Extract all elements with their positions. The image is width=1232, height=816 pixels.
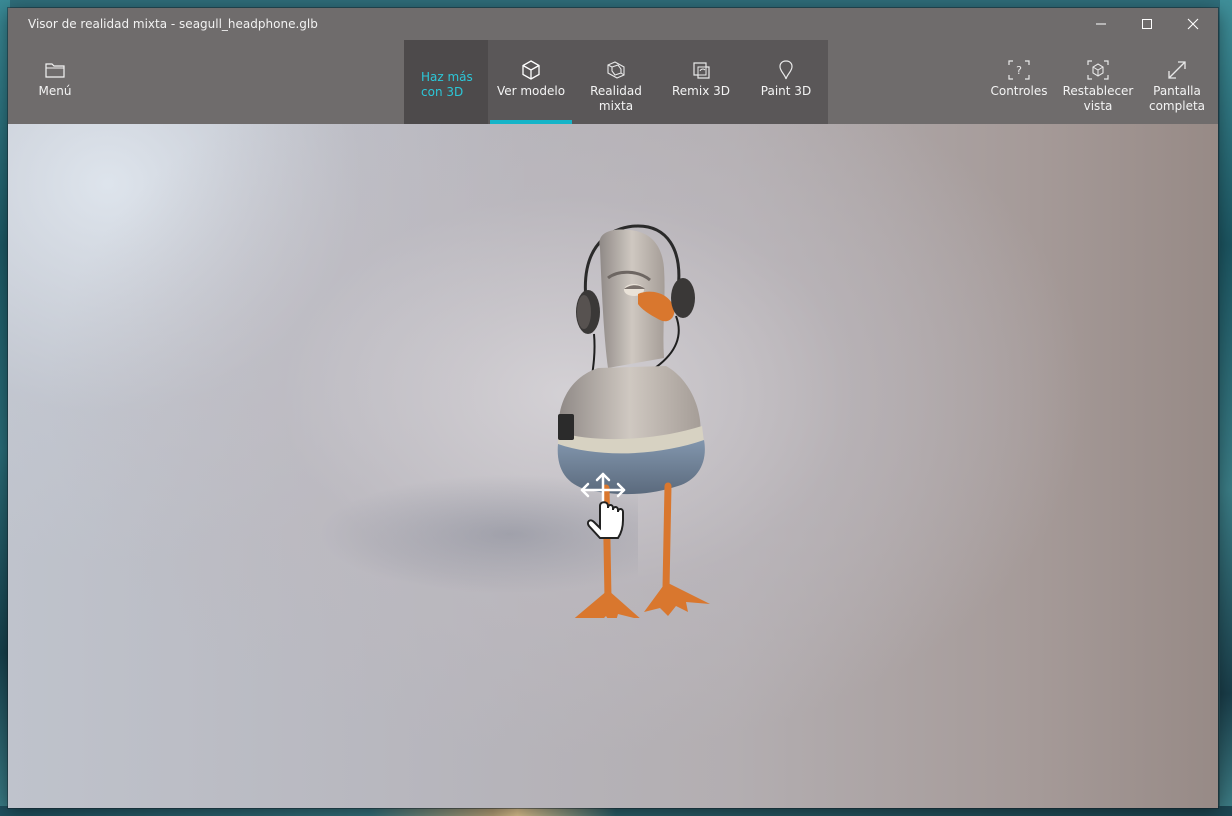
reset-view-icon (1087, 60, 1109, 80)
controls-help-icon: ? (1008, 60, 1030, 80)
pantalla-completa-label: Pantalla completa (1148, 84, 1206, 113)
close-icon (1187, 18, 1199, 30)
tab-paint-3d-label: Paint 3D (760, 84, 812, 98)
controles-button[interactable]: ? Controles (986, 40, 1052, 124)
tab-ver-modelo-label: Ver modelo (496, 84, 566, 98)
controles-label: Controles (990, 84, 1048, 98)
menu-button[interactable]: Menú (25, 40, 85, 124)
restablecer-vista-button[interactable]: Restablecer vista (1062, 40, 1134, 124)
pan-gesture-icon (580, 472, 626, 539)
svg-text:?: ? (1016, 64, 1022, 77)
close-button[interactable] (1170, 8, 1216, 40)
haz-mas-label: Haz más con 3D (421, 70, 473, 99)
maximize-button[interactable] (1124, 8, 1170, 40)
minimize-icon (1096, 23, 1106, 25)
3d-viewport[interactable] (8, 124, 1218, 808)
menu-label: Menú (38, 84, 72, 98)
paint-3d-icon (779, 60, 793, 80)
tab-ver-modelo[interactable]: Ver modelo (490, 40, 572, 124)
tab-remix-3d[interactable]: Remix 3D (658, 40, 744, 124)
mixed-reality-icon (607, 61, 625, 79)
seagull-3d-model[interactable] (538, 218, 738, 618)
minimize-button[interactable] (1078, 8, 1124, 40)
toolbar: Menú Haz más con 3D Ver modelo Realidad … (8, 40, 1218, 124)
desktop-background-right (1220, 0, 1232, 816)
tab-realidad-mixta-label: Realidad mixta (590, 84, 642, 113)
tab-realidad-mixta[interactable]: Realidad mixta (574, 40, 658, 124)
remix-icon (693, 62, 710, 79)
cube-icon (522, 60, 540, 80)
app-window: Visor de realidad mixta - seagull_headph… (8, 8, 1218, 808)
haz-mas-con-3d-button[interactable]: Haz más con 3D (404, 40, 488, 124)
tab-paint-3d[interactable]: Paint 3D (744, 40, 828, 124)
window-title: Visor de realidad mixta - seagull_headph… (28, 17, 318, 31)
pantalla-completa-button[interactable]: Pantalla completa (1144, 40, 1210, 124)
fullscreen-icon (1168, 61, 1186, 79)
tab-remix-3d-label: Remix 3D (672, 84, 730, 98)
title-bar[interactable]: Visor de realidad mixta - seagull_headph… (8, 8, 1218, 40)
folder-icon (45, 63, 65, 78)
restablecer-vista-label: Restablecer vista (1062, 84, 1134, 113)
maximize-icon (1142, 19, 1152, 29)
